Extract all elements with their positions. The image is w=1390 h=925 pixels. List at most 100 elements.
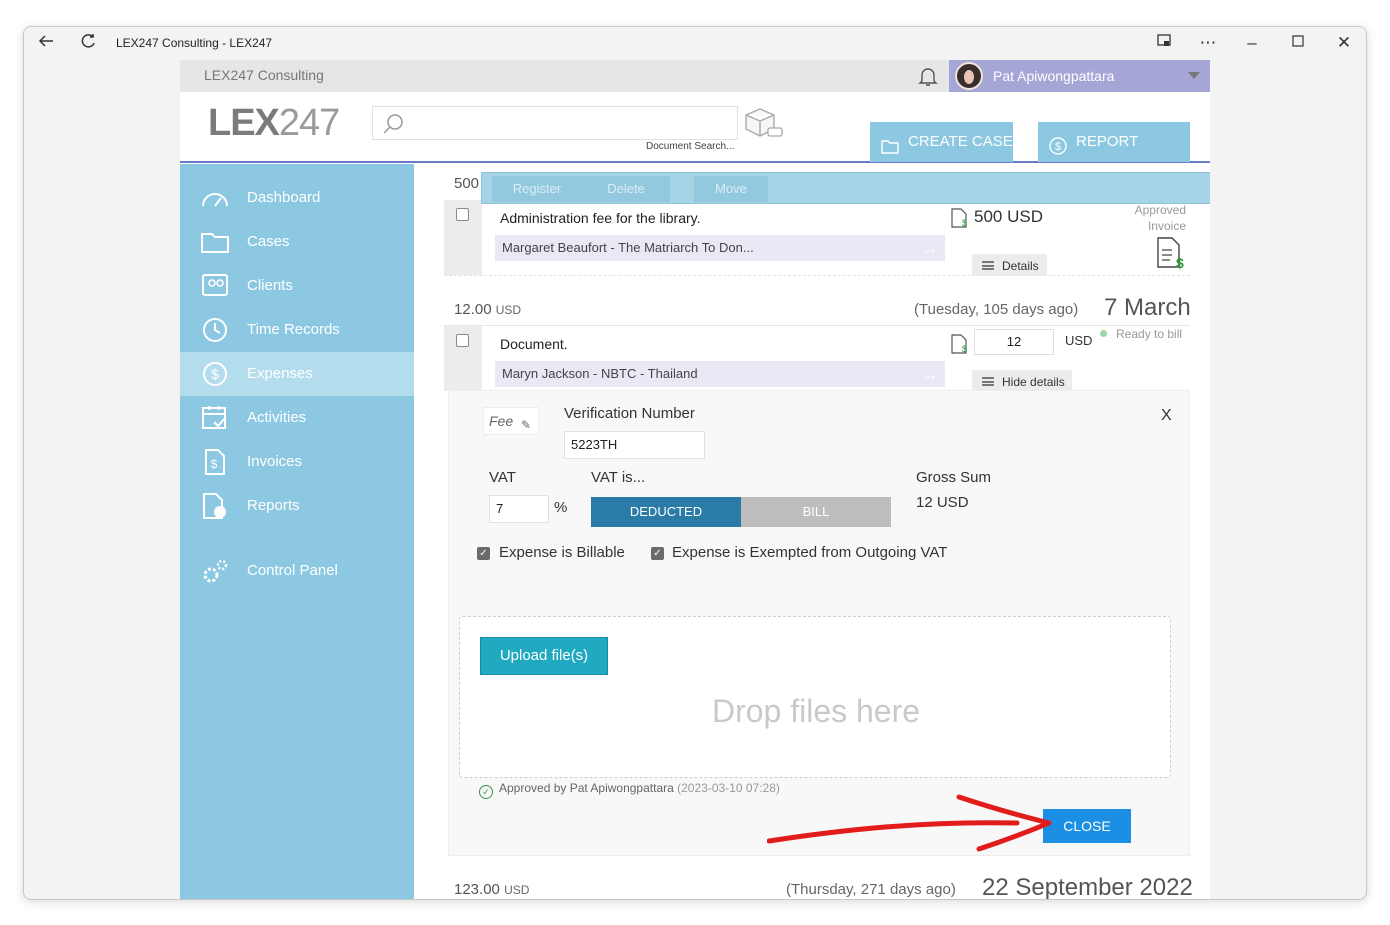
verification-number-field[interactable]: 5223TH xyxy=(564,431,705,459)
calendar-check-icon xyxy=(200,404,230,432)
close-button[interactable]: CLOSE xyxy=(1043,809,1131,843)
expense-amount: 500 USD xyxy=(974,207,1043,226)
package-icon[interactable] xyxy=(742,106,784,142)
top-bar: LEX247 Consulting Pat Apiwongpattara xyxy=(180,60,1210,92)
app-header: LEX247 Document Search... CREATE CASE $ xyxy=(180,92,1210,190)
window-title: LEX247 Consulting - LEX247 xyxy=(116,36,273,50)
search-input[interactable] xyxy=(372,106,738,140)
close-window-icon[interactable]: ✕ xyxy=(1332,32,1356,54)
group-date: 22 September 2022 xyxy=(982,874,1193,900)
expense-title: Document. xyxy=(500,336,568,352)
upload-files-button[interactable]: Upload file(s) xyxy=(480,637,608,675)
dollar-circle-icon: $ xyxy=(200,360,230,388)
sidebar-item-control-panel[interactable]: Control Panel xyxy=(180,549,414,593)
title-bar: LEX247 Consulting - LEX247 ⋯ – ✕ xyxy=(24,27,1366,59)
row-checkbox[interactable] xyxy=(456,208,469,221)
billable-checkbox[interactable]: ✓ xyxy=(477,547,490,560)
amount-input[interactable]: 12 xyxy=(974,329,1054,355)
svg-text:$: $ xyxy=(1176,255,1184,270)
create-case-button[interactable]: CREATE CASE xyxy=(870,122,1013,162)
move-button[interactable]: Move xyxy=(694,176,768,202)
sidebar-item-reports[interactable]: Reports xyxy=(180,484,414,528)
folder-icon xyxy=(200,228,230,256)
sidebar: Dashboard Cases Clients Time Records $ E… xyxy=(180,164,414,899)
vat-unit: % xyxy=(554,499,568,516)
clients-icon xyxy=(200,272,230,300)
search-icon xyxy=(381,111,407,137)
amount-currency: USD xyxy=(1065,333,1093,348)
chevron-down-icon xyxy=(1188,72,1200,79)
invoice-icon: $ xyxy=(200,448,230,476)
vat-exempt-checkbox[interactable]: ✓ xyxy=(651,547,664,560)
sidebar-item-cases[interactable]: Cases xyxy=(180,220,414,264)
group-day: (Thursday, 271 days ago) xyxy=(786,881,956,898)
menu-icon xyxy=(982,261,994,270)
vat-deducted-toggle[interactable]: DEDUCTED xyxy=(591,497,741,527)
group-sum: 12.00 USD xyxy=(454,301,522,318)
report-asset-button[interactable]: $ REPORT ASSET xyxy=(1038,122,1190,190)
svg-text:$: $ xyxy=(211,366,219,382)
annotation-arrow-icon xyxy=(767,794,1052,852)
status-badge: Ready to bill xyxy=(1100,327,1182,341)
file-dropzone[interactable]: Upload file(s) Drop files here xyxy=(459,616,1171,778)
gross-sum-label: Gross Sum xyxy=(916,469,992,486)
gears-icon xyxy=(200,557,230,585)
group-day: (Tuesday, 105 days ago) xyxy=(914,301,1079,318)
selection-toolbar: Register Delete Move xyxy=(481,172,1210,204)
hide-details-button[interactable]: Hide details xyxy=(972,370,1072,392)
sidebar-item-activities[interactable]: Activities xyxy=(180,396,414,440)
vat-field[interactable]: 7 xyxy=(489,495,549,523)
vat-exempt-label: Expense is Exempted from Outgoing VAT xyxy=(672,544,948,561)
list-count: 500 xyxy=(454,175,480,192)
svg-text:$: $ xyxy=(962,344,967,354)
user-menu[interactable]: Pat Apiwongpattara xyxy=(949,60,1210,92)
app-content: LEX247 Consulting Pat Apiwongpattara LEX… xyxy=(180,60,1210,900)
bell-icon[interactable] xyxy=(916,64,940,88)
firm-name: LEX247 Consulting xyxy=(204,67,324,83)
approval-info: ✓ Approved by Pat Apiwongpattara (2023-03… xyxy=(479,781,780,799)
logo[interactable]: LEX247 xyxy=(208,102,340,145)
check-circle-icon: ✓ xyxy=(479,785,493,799)
gauge-icon xyxy=(200,184,230,212)
svg-text:$: $ xyxy=(211,457,218,471)
row-checkbox[interactable] xyxy=(456,334,469,347)
expense-type-field[interactable]: Fee ✎ xyxy=(483,407,539,435)
vat-label: VAT xyxy=(489,469,516,486)
billable-label: Expense is Billable xyxy=(499,544,625,561)
more-options-icon[interactable]: ⋯ xyxy=(1196,32,1220,54)
svg-text:$: $ xyxy=(962,218,967,228)
back-arrow-icon[interactable] xyxy=(34,32,58,54)
register-button[interactable]: Register xyxy=(492,176,582,202)
case-link[interactable]: Margaret Beaufort - The Matriarch To Don… xyxy=(495,235,945,261)
sidebar-item-dashboard[interactable]: Dashboard xyxy=(180,176,414,220)
expense-title: Administration fee for the library. xyxy=(500,210,701,226)
app-window: LEX247 Consulting - LEX247 ⋯ – ✕ LEX247 … xyxy=(23,26,1367,900)
verification-label: Verification Number xyxy=(564,405,695,422)
document-dollar-icon: $ xyxy=(950,208,968,228)
sidebar-item-invoices[interactable]: $ Invoices xyxy=(180,440,414,484)
details-button[interactable]: Details xyxy=(972,254,1047,276)
report-icon xyxy=(200,492,230,520)
menu-icon xyxy=(982,377,994,386)
case-link[interactable]: Maryn Jackson - NBTC - Thailand → xyxy=(495,361,945,387)
refresh-icon[interactable] xyxy=(76,32,100,54)
status-badge: Approved Invoice $ xyxy=(1111,202,1186,274)
dollar-circle-icon: $ xyxy=(1048,132,1068,155)
vat-bill-toggle[interactable]: BILL xyxy=(741,497,891,527)
drop-files-text: Drop files here xyxy=(711,693,921,729)
maximize-icon[interactable] xyxy=(1286,32,1310,54)
sidebar-item-expenses[interactable]: $ Expenses xyxy=(180,352,414,396)
minimize-icon[interactable]: – xyxy=(1240,32,1264,54)
vat-is-label: VAT is... xyxy=(591,469,646,486)
close-panel-icon[interactable]: X xyxy=(1161,407,1172,425)
sidebar-item-clients[interactable]: Clients xyxy=(180,264,414,308)
group-sum: 123.00 USD xyxy=(454,881,530,898)
expense-detail-panel: Fee ✎ Verification Number 5223TH X VAT 7 … xyxy=(448,390,1190,856)
sidebar-item-time-records[interactable]: Time Records xyxy=(180,308,414,352)
delete-button[interactable]: Delete xyxy=(582,176,670,202)
invoice-icon[interactable]: $ xyxy=(1151,236,1186,274)
list-item[interactable]: Administration fee for the library. Marg… xyxy=(444,200,1190,276)
svg-text:$: $ xyxy=(1055,141,1061,153)
cast-icon[interactable] xyxy=(1152,32,1176,54)
user-name: Pat Apiwongpattara xyxy=(993,68,1115,84)
